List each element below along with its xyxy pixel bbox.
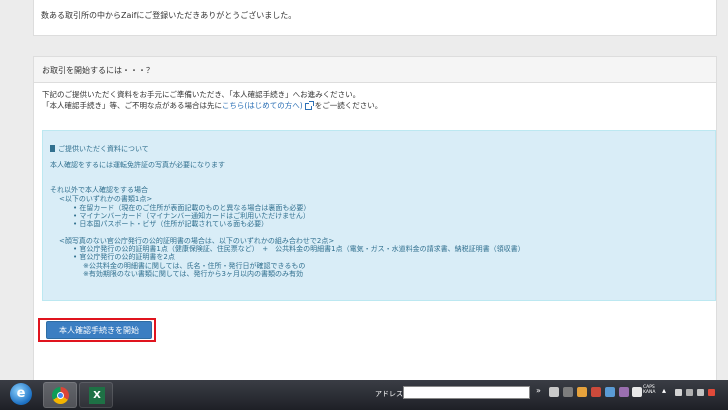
windows-taskbar: e X アドレス » CAPS KANA ▴ [0,380,728,410]
network-icon[interactable] [686,389,693,396]
volume-icon[interactable] [697,389,704,396]
bullet-text: 日本国パスポート・ビザ（住所が記載されている面も必要） [79,220,269,228]
flag-icon[interactable] [675,389,682,396]
tray-ime-icon[interactable] [549,387,559,397]
browser-page: 数ある取引所の中からZaifにご登録いただきありがとうございました。 お取引を開… [0,0,728,380]
note-expiry: ※有効期限のない書類に関しては、発行から3ヶ月以内の書類のみ有効 [83,270,303,278]
start-trading-panel: お取引を開始するには・・・？ 下記のご提供いただく資料をお手元にご準備いただき、… [33,56,717,380]
document-icon [50,145,55,152]
intro-line-2: 「本人確認手続き」等、ご不明な点がある場合は先にこちら(はじめての方へ) をご一読… [42,100,382,111]
registration-thanks-message: 数ある取引所の中からZaifにご登録いただきありがとうございました。 [41,11,297,20]
intro-text: 下記のご提供いただく資料をお手元にご準備いただき、「本人確認手続き」へお進みくだ… [42,89,382,111]
excel-icon: X [89,387,105,404]
info-title-text: ご提供いただく資料について [58,145,149,153]
note-utility-bill: ※公共料金の明細書に関しては、氏名・住所・発行日が確認できるもの [83,262,306,270]
info-line-one-document: <以下のいずれかの書類1点> [59,195,153,203]
beginners-guide-link[interactable]: こちら(はじめての方へ) [222,101,303,110]
bullet-text: 在留カード（現在のご住所が表面記載のものと異なる場合は裏面も必要） [79,204,311,212]
bullet-text: 官公庁発行の公的証明書を2点 [79,253,175,261]
external-link-icon [304,100,314,110]
info-line-other: それ以外で本人確認をする場合 [50,186,148,194]
chrome-icon [52,387,69,404]
info-line-license: 本人確認をするには運転免許証の写真が必要になります [50,161,225,169]
ie-logo-icon: e [10,383,32,405]
intro-line-2-before: 「本人確認手続き」等、ご不明な点がある場合は先に [42,101,222,110]
tray-ime-mode-icon[interactable] [563,387,573,397]
address-toolbar-label: アドレス [375,390,403,398]
tray-input-icon[interactable] [605,387,615,397]
address-input[interactable] [403,386,530,399]
intro-line-2-after: をご一読ください。 [314,101,383,110]
list-item: • 在留カード（現在のご住所が表面記載のものと異なる場合は裏面も必要） [73,204,311,212]
address-toolbar-chevron-icon[interactable]: » [536,386,541,395]
list-item: • 日本国パスポート・ビザ（住所が記載されている面も必要） [73,220,269,228]
list-item: • 官公庁発行の公的証明書を2点 [73,253,175,261]
bullet-text: マイナンバーカード（マイナンバー通知カードはご利用いただけません） [79,212,310,220]
tray-tool-icon[interactable] [591,387,601,397]
panel-heading-text: お取引を開始するには・・・？ [42,66,154,75]
start-button[interactable]: e [6,381,36,409]
info-line-two-documents: <顔写真のない官公庁発行の公的証明書の場合は、以下のいずれかの組み合わせで2点> [59,237,335,245]
tray-pad-icon[interactable] [619,387,629,397]
panel-heading: お取引を開始するには・・・？ [34,57,716,83]
taskbar-chrome-button[interactable] [43,382,77,408]
security-icon[interactable] [708,389,715,396]
list-item: • 官公庁発行の公的証明書1点（健康保険証、住民票など） + 公共料金の明細書1… [73,245,525,253]
taskbar-excel-button[interactable]: X [79,382,113,408]
bullet-text: 官公庁発行の公的証明書1点（健康保険証、住民票など） + 公共料金の明細書1点（… [79,245,525,253]
info-title: ご提供いただく資料について [50,145,149,153]
list-item: • マイナンバーカード（マイナンバー通知カードはご利用いただけません） [73,212,310,220]
tray-help-icon[interactable] [632,387,642,397]
intro-line-1: 下記のご提供いただく資料をお手元にご準備いただき、「本人確認手続き」へお進みくだ… [42,90,361,99]
kana-indicator: KANA [643,390,656,395]
show-hidden-icons-icon[interactable]: ▴ [662,386,666,395]
start-verification-button[interactable]: 本人確認手続きを開始 [46,321,152,339]
required-documents-info-box: ご提供いただく資料について 本人確認をするには運転免許証の写真が必要になります … [42,130,716,301]
tray-dictionary-icon[interactable] [577,387,587,397]
caps-kana-indicator: CAPS KANA [643,385,655,395]
registration-thanks-panel: 数ある取引所の中からZaifにご登録いただきありがとうございました。 [33,0,717,36]
